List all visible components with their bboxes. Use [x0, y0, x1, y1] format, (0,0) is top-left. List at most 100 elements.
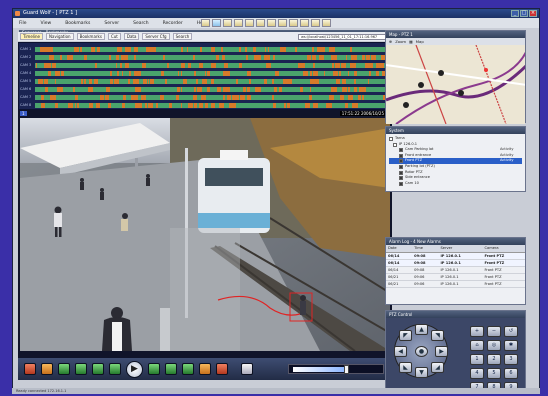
pan-left-button[interactable]: ◀ — [394, 346, 407, 357]
video-header: 1 17:51:22 2006/10/25 — [20, 111, 390, 117]
layout-save-icon[interactable] — [322, 19, 331, 27]
tree-item[interactable]: Cam 10 — [389, 181, 522, 187]
tab-server-cfg[interactable]: Server Cfg — [142, 33, 170, 40]
map-icon[interactable]: ▦ — [409, 39, 413, 44]
table-row[interactable]: 06/21 09:06 IP 126.0.1 Front PTZ — [386, 280, 525, 288]
map-view[interactable]: ⊕ Zoom ▦ Map — [386, 38, 525, 124]
ptz-preset-button[interactable]: ⌂ — [470, 340, 484, 351]
menu-bookmarks[interactable]: Bookmarks — [63, 21, 92, 26]
table-row[interactable]: 06/14 09:08 IP 126.0.1 Front PTZ — [386, 266, 525, 274]
map-tool-zoom[interactable]: Zoom — [395, 39, 406, 44]
table-row[interactable]: 06/14 09:08 IP 126.0.1 Front PTZ — [386, 252, 525, 260]
menu-recorder[interactable]: Recorder — [161, 21, 185, 26]
motion-event-mark — [73, 87, 75, 92]
pan-up-right-button[interactable]: ◥ — [431, 330, 444, 341]
ptz-preset-button[interactable]: 6 — [504, 368, 518, 379]
layout-quad-icon[interactable] — [289, 19, 298, 27]
layout-1plus5-icon[interactable] — [245, 19, 254, 27]
table-cell: 09:06 — [412, 273, 439, 281]
motion-event-mark — [119, 63, 122, 68]
alarm-table[interactable]: Date Time Server Camera 06/14 09:08 IP 126… — [386, 245, 525, 288]
tab-bookmarks[interactable]: Bookmarks — [76, 33, 105, 40]
system-tree[interactable]: Tarna IP 126.0.1 Cam Parking lot Activity Fr… — [386, 134, 525, 188]
motion-event-mark — [341, 63, 344, 68]
close-button[interactable]: × — [529, 10, 537, 17]
layout-1plus12-icon[interactable] — [267, 19, 276, 27]
record-button[interactable] — [24, 363, 36, 375]
motion-event-mark — [361, 55, 365, 60]
step-forward-button[interactable] — [148, 363, 160, 375]
minimize-button[interactable]: _ — [511, 10, 519, 17]
pan-down-left-button[interactable]: ◣ — [399, 362, 412, 373]
zoom-icon[interactable]: ⊕ — [389, 39, 392, 44]
tab-search[interactable]: Search — [172, 33, 193, 40]
timeline-track[interactable] — [35, 55, 391, 60]
menu-view[interactable]: View — [39, 21, 54, 26]
reverse-play-button[interactable] — [109, 363, 121, 375]
ptz-preset-button[interactable]: 3 — [504, 354, 518, 365]
timeline-track[interactable] — [35, 79, 391, 84]
stop-button[interactable] — [216, 363, 228, 375]
snapshot-button[interactable] — [241, 363, 253, 375]
pan-right-button[interactable]: ▶ — [435, 346, 448, 357]
col-server[interactable]: Server — [438, 245, 483, 253]
col-time[interactable]: Time — [412, 245, 439, 253]
pan-down-right-button[interactable]: ◢ — [431, 362, 444, 373]
map-tool-map[interactable]: Map — [416, 39, 424, 44]
motion-event-mark — [133, 79, 138, 84]
layout-full-icon[interactable] — [300, 19, 309, 27]
timeline-track[interactable] — [35, 47, 391, 52]
col-date[interactable]: Date — [386, 245, 413, 253]
forward-button[interactable] — [165, 363, 177, 375]
step-back-button[interactable] — [92, 363, 104, 375]
maximize-button[interactable]: □ — [520, 10, 528, 17]
ptz-preset-button[interactable]: − — [487, 326, 501, 337]
tilt-down-button[interactable]: ▼ — [415, 367, 428, 378]
video-panel[interactable]: 1 17:51:22 2006/10/25 — [18, 110, 392, 358]
tab-data[interactable]: Data — [123, 33, 140, 40]
tab-cut[interactable]: Cut — [107, 33, 121, 40]
timeline-track[interactable] — [35, 87, 391, 92]
slider-thumb[interactable] — [344, 365, 350, 374]
menu-server[interactable]: Server — [102, 21, 121, 26]
playback-speed-slider[interactable] — [288, 364, 384, 374]
rewind-button[interactable] — [75, 363, 87, 375]
ptz-preset-button[interactable]: 4 — [470, 368, 484, 379]
layout-4x4-icon[interactable] — [234, 19, 243, 27]
path-field[interactable]: ws://localhost/123456_11_01_17:11:16.967 — [298, 33, 388, 40]
menu-file[interactable]: File — [17, 21, 29, 26]
table-row[interactable]: 06/21 09:06 IP 126.0.1 Front PTZ — [386, 273, 525, 281]
ptz-preset-button[interactable]: ↺ — [504, 326, 518, 337]
layout-1x1-icon[interactable] — [201, 19, 210, 27]
layout-custom-icon[interactable] — [311, 19, 320, 27]
ptz-preset-button[interactable]: 2 — [487, 354, 501, 365]
recording-timeline[interactable]: CAM 1 CAM 2 CAM 3 CAM 4 CAM 5 CAM 6 CAM 7 CAM 8 — [18, 42, 392, 110]
timeline-track[interactable] — [35, 103, 391, 108]
table-row[interactable]: 06/14 09:08 IP 126.0.1 Front PTZ — [386, 259, 525, 267]
tab-navigation[interactable]: Navigation — [46, 33, 74, 40]
fast-forward-button[interactable] — [182, 363, 194, 375]
tilt-up-button[interactable]: ▲ — [415, 324, 428, 335]
skip-start-button[interactable] — [41, 363, 53, 375]
ptz-home-button[interactable]: ● — [415, 346, 428, 357]
menu-search[interactable]: Search — [131, 21, 150, 26]
timeline-track[interactable] — [35, 71, 391, 76]
layout-wide-icon[interactable] — [278, 19, 287, 27]
layout-1plus7-icon[interactable] — [256, 19, 265, 27]
ptz-preset-button[interactable]: 1 — [470, 354, 484, 365]
col-camera[interactable]: Camera — [482, 245, 525, 253]
play-button[interactable]: ▶ — [126, 360, 143, 378]
layout-2x2-icon[interactable] — [212, 19, 221, 27]
timeline-track[interactable] — [35, 63, 391, 68]
ptz-preset-button[interactable]: ◎ — [487, 340, 501, 351]
layout-3x3-icon[interactable] — [223, 19, 232, 27]
pan-up-left-button[interactable]: ◤ — [399, 330, 412, 341]
skip-end-button[interactable] — [199, 363, 211, 375]
rewind-fast-button[interactable] — [58, 363, 70, 375]
ptz-preset-button[interactable]: ✱ — [504, 340, 518, 351]
motion-event-mark — [162, 55, 165, 60]
ptz-preset-button[interactable]: 5 — [487, 368, 501, 379]
timeline-track[interactable] — [35, 95, 391, 100]
tab-timeline[interactable]: Timeline — [20, 33, 44, 40]
ptz-preset-button[interactable]: + — [470, 326, 484, 337]
